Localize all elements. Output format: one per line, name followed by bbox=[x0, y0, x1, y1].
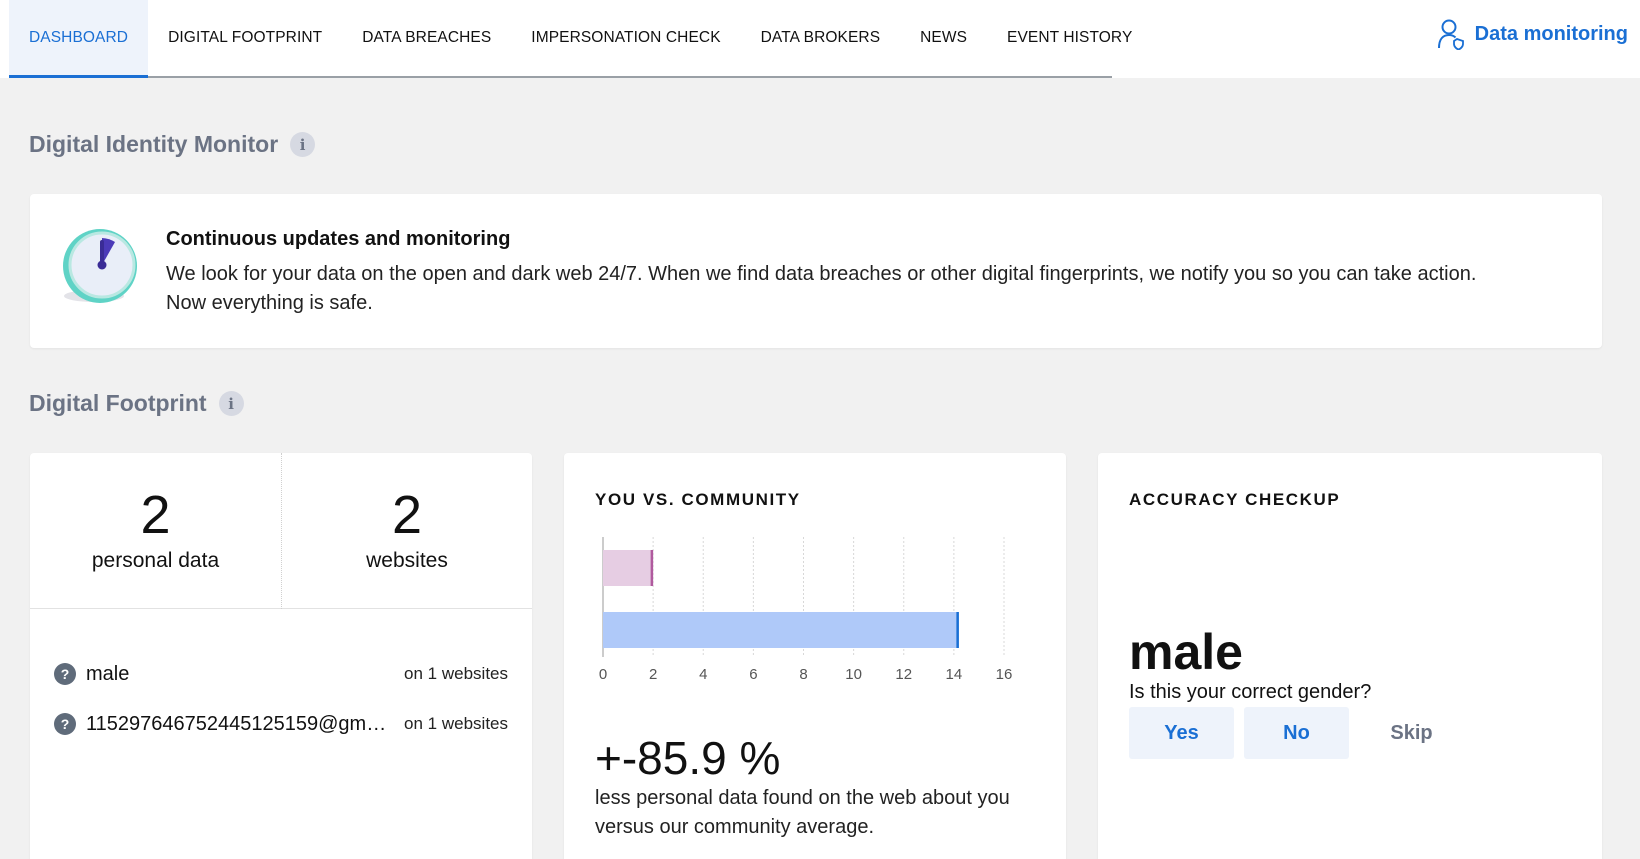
list-item[interactable]: ? male on 1 websites bbox=[54, 649, 508, 699]
nav-tabs: DASHBOARD DIGITAL FOOTPRINT DATA BREACHE… bbox=[9, 0, 1132, 78]
footprint-value: 115297646752445125159@gmail.com bbox=[86, 712, 391, 735]
monitoring-card: Continuous updates and monitoring We loo… bbox=[30, 194, 1602, 348]
skip-button[interactable]: Skip bbox=[1359, 707, 1464, 759]
community-percent: +-85.9 % bbox=[595, 732, 781, 784]
monitoring-heading: Continuous updates and monitoring bbox=[166, 228, 511, 250]
digital-footprint-title-text: Digital Footprint bbox=[29, 390, 207, 416]
tab-impersonation-check[interactable]: IMPERSONATION CHECK bbox=[511, 0, 740, 76]
identity-monitor-title: Digital Identity Monitor i bbox=[29, 131, 316, 158]
chart-tick-label: 8 bbox=[799, 666, 807, 683]
footprint-count: on 1 websites bbox=[404, 664, 508, 683]
personal-data-stat[interactable]: 2 personal data bbox=[30, 453, 281, 609]
tab-data-breaches[interactable]: DATA BREACHES bbox=[342, 0, 511, 76]
community-note: less personal data found on the web abou… bbox=[595, 787, 1010, 838]
footprint-card: 2 personal data 2 websites ? male on 1 w… bbox=[30, 453, 532, 859]
chart-tick-label: 10 bbox=[845, 666, 862, 683]
chart-tick-label: 0 bbox=[599, 666, 607, 683]
accuracy-question: Is this your correct gender? bbox=[1129, 681, 1372, 703]
tab-digital-footprint[interactable]: DIGITAL FOOTPRINT bbox=[148, 0, 342, 76]
chart-bar bbox=[603, 612, 959, 648]
monitoring-description: We look for your data on the open and da… bbox=[166, 260, 1586, 318]
tab-news[interactable]: NEWS bbox=[900, 0, 987, 76]
tab-data-brokers[interactable]: DATA BROKERS bbox=[741, 0, 901, 76]
tab-event-history[interactable]: EVENT HISTORY bbox=[987, 0, 1152, 76]
accuracy-buttons: Yes No Skip bbox=[1129, 707, 1464, 759]
websites-label: websites bbox=[366, 549, 448, 572]
community-card: YOU VS. COMMUNITY 0 2 4 6 8 10 12 14 16 +-85.9 %… bbox=[564, 453, 1066, 859]
digital-footprint-title: Digital Footprint i bbox=[29, 390, 244, 417]
community-bar-chart: 0 2 4 6 8 10 12 14 16 bbox=[599, 537, 1013, 683]
chart-tick-label: 14 bbox=[946, 666, 963, 683]
chart-bar bbox=[603, 550, 654, 586]
footprint-value: male bbox=[86, 662, 130, 685]
identity-monitor-title-text: Digital Identity Monitor bbox=[29, 131, 279, 157]
accuracy-card: ACCURACY CHECKUP male Is this your corre… bbox=[1098, 453, 1602, 859]
list-item[interactable]: ? 115297646752445125159@gmail.com on 1 w… bbox=[54, 699, 508, 749]
monitoring-description-line1: We look for your data on the open and da… bbox=[166, 263, 1477, 285]
footprint-stats: 2 personal data 2 websites bbox=[30, 453, 532, 609]
tab-dashboard[interactable]: DASHBOARD bbox=[9, 0, 149, 78]
personal-data-label: personal data bbox=[91, 549, 220, 572]
community-caption: YOU VS. COMMUNITY bbox=[595, 490, 801, 509]
accuracy-caption: ACCURACY CHECKUP bbox=[1129, 490, 1341, 509]
chart-tick-label: 6 bbox=[749, 666, 757, 683]
accuracy-value: male bbox=[1129, 624, 1243, 680]
chart-tick-label: 2 bbox=[649, 666, 657, 683]
info-icon[interactable]: i bbox=[290, 132, 316, 157]
monitoring-description-line2: Now everything is safe. bbox=[166, 292, 373, 314]
info-icon[interactable]: i bbox=[218, 391, 244, 416]
chart-bar-edge bbox=[956, 612, 959, 648]
chart-tick-label: 16 bbox=[996, 666, 1013, 683]
chart-tick-label: 12 bbox=[895, 666, 912, 683]
clock-icon bbox=[63, 229, 137, 303]
question-icon: ? bbox=[54, 713, 76, 735]
yes-button[interactable]: Yes bbox=[1129, 707, 1234, 759]
websites-stat[interactable]: 2 websites bbox=[281, 453, 532, 609]
chart-tick-label: 4 bbox=[699, 666, 707, 683]
data-monitoring-label: Data monitoring bbox=[1474, 22, 1628, 45]
no-button[interactable]: No bbox=[1244, 707, 1349, 759]
personal-data-count: 2 bbox=[140, 485, 171, 545]
top-nav: DASHBOARD DIGITAL FOOTPRINT DATA BREACHE… bbox=[0, 0, 1640, 78]
question-icon: ? bbox=[54, 663, 76, 685]
footprint-list: ? male on 1 websites ? 11529764675244512… bbox=[54, 649, 508, 749]
chart-bar-edge bbox=[650, 550, 654, 586]
data-monitoring-link[interactable]: Data monitoring bbox=[1437, 18, 1628, 50]
user-shield-icon bbox=[1437, 19, 1464, 50]
footprint-count: on 1 websites bbox=[404, 714, 508, 733]
websites-count: 2 bbox=[391, 485, 423, 545]
